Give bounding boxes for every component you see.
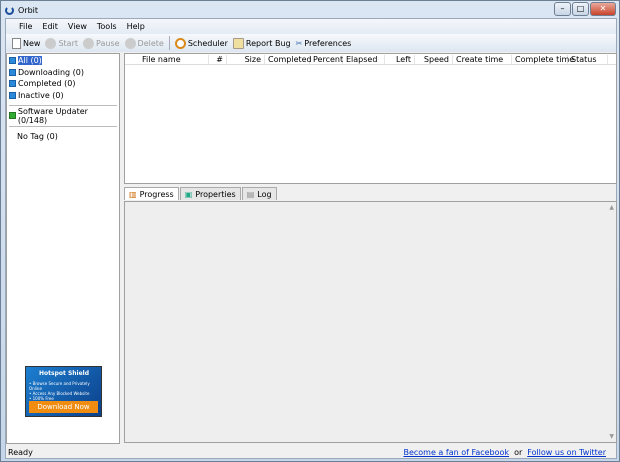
delete-button[interactable]: Delete xyxy=(124,37,164,49)
properties-icon: ▣ xyxy=(184,189,193,199)
column-file-name[interactable]: File name xyxy=(139,54,209,64)
clock-icon xyxy=(174,37,186,49)
report-bug-button[interactable]: Report Bug xyxy=(232,37,291,49)
window-title: Orbit xyxy=(18,5,39,15)
column-speed[interactable]: Speed xyxy=(415,54,453,64)
status-bar: Ready Become a fan of Facebook or Follow… xyxy=(6,445,616,459)
column-create-time[interactable]: Create time xyxy=(453,54,512,64)
category-completed[interactable]: Completed (0) xyxy=(9,78,117,90)
tab-label: Properties xyxy=(195,189,236,199)
status-or: or xyxy=(514,447,523,457)
new-button[interactable]: New xyxy=(12,37,41,49)
delete-icon xyxy=(124,37,136,49)
new-label: New xyxy=(23,38,41,48)
column-size[interactable]: Size xyxy=(227,54,265,64)
status-text: Ready xyxy=(8,447,33,457)
column-percent[interactable]: Percent xyxy=(310,54,343,64)
category-label: Downloading (0) xyxy=(18,67,85,77)
pause-button[interactable]: Pause xyxy=(83,37,120,49)
completed-icon xyxy=(9,80,16,88)
scheduler-button[interactable]: Scheduler xyxy=(174,37,228,49)
tab-log[interactable]: ▤ Log xyxy=(241,187,277,200)
ad-download-button[interactable]: Download Now xyxy=(29,401,98,413)
pause-label: Pause xyxy=(96,38,120,48)
column-left[interactable]: Left xyxy=(385,54,415,64)
twitter-link[interactable]: Follow us on Twitter xyxy=(527,448,606,457)
ad-line: • Browse Secure and Privately Online xyxy=(29,381,90,391)
menu-file[interactable]: File xyxy=(14,22,37,31)
category-label: All (0) xyxy=(18,56,42,66)
client-area: File Edit View Tools Help New Start Paus… xyxy=(5,18,617,459)
scroll-down-icon[interactable]: ▼ xyxy=(609,433,614,440)
preferences-label: Preferences xyxy=(304,38,352,48)
ad-title: Hotspot Shield xyxy=(39,370,90,377)
updater-label: Software Updater (0/148) xyxy=(17,106,88,125)
toolbar: New Start Pause Delete Scheduler Report … xyxy=(6,34,616,52)
detail-tabs: ▥ Progress ▣ Properties ▤ Log xyxy=(124,187,277,200)
category-downloading[interactable]: Downloading (0) xyxy=(9,67,117,79)
list-header: File name # Size Completed Percent Elaps… xyxy=(125,54,616,65)
scheduler-label: Scheduler xyxy=(187,38,228,48)
preferences-button[interactable]: ✂ Preferences xyxy=(296,39,352,48)
report-bug-icon xyxy=(232,37,244,49)
column-complete-time[interactable]: Complete time xyxy=(512,54,574,64)
column-elapsed[interactable]: Elapsed xyxy=(343,54,385,64)
tag-no-tag[interactable]: No Tag (0) xyxy=(9,131,117,143)
category-label: Completed (0) xyxy=(18,79,76,89)
all-icon xyxy=(9,57,16,65)
menu-edit[interactable]: Edit xyxy=(37,22,63,31)
download-list[interactable]: File name # Size Completed Percent Elaps… xyxy=(124,53,617,184)
app-window: Orbit – □ ✕ File Edit View Tools Help Ne… xyxy=(0,0,620,462)
chart-icon: ▥ xyxy=(129,189,137,199)
column-status[interactable]: Status xyxy=(568,54,608,64)
close-button[interactable]: ✕ xyxy=(590,2,616,16)
start-label: Start xyxy=(58,38,78,48)
new-file-icon xyxy=(12,37,21,49)
report-bug-label: Report Bug xyxy=(245,38,291,48)
hotspot-shield-ad[interactable]: Hotspot Shield • Browse Secure and Priva… xyxy=(25,366,102,417)
toolbar-separator xyxy=(168,36,170,50)
progress-pane: ▲ ▼ xyxy=(124,201,617,443)
log-icon: ▤ xyxy=(246,189,255,199)
updater-icon xyxy=(9,112,16,120)
category-sidebar: All (0) Downloading (0) Completed (0) In… xyxy=(6,53,120,444)
menu-tools[interactable]: Tools xyxy=(92,22,122,31)
maximize-button[interactable]: □ xyxy=(572,2,589,16)
tag-label: No Tag (0) xyxy=(17,131,58,141)
category-inactive[interactable]: Inactive (0) xyxy=(9,90,117,102)
column-completed[interactable]: Completed xyxy=(265,54,312,64)
tools-icon: ✂ xyxy=(295,38,303,48)
menu-bar: File Edit View Tools Help xyxy=(6,19,616,34)
inactive-icon xyxy=(9,91,16,99)
menu-help[interactable]: Help xyxy=(122,22,150,31)
software-updater[interactable]: Software Updater (0/148) xyxy=(9,106,117,125)
download-icon xyxy=(9,68,16,76)
start-button[interactable]: Start xyxy=(45,37,78,49)
tab-properties[interactable]: ▣ Properties xyxy=(179,187,241,200)
category-all[interactable]: All (0) xyxy=(9,55,117,67)
facebook-link[interactable]: Become a fan of Facebook xyxy=(403,448,509,457)
scroll-up-icon[interactable]: ▲ xyxy=(609,204,614,211)
pause-icon xyxy=(83,37,94,49)
column-number[interactable]: # xyxy=(209,54,227,64)
play-icon xyxy=(45,37,57,49)
divider xyxy=(9,125,117,127)
category-label: Inactive (0) xyxy=(18,90,64,100)
minimize-button[interactable]: – xyxy=(554,2,571,16)
tab-progress[interactable]: ▥ Progress xyxy=(124,187,179,200)
delete-label: Delete xyxy=(137,38,164,48)
tab-label: Log xyxy=(257,189,272,199)
orbit-logo-icon xyxy=(5,5,14,15)
title-bar: Orbit xyxy=(5,3,38,17)
tab-label: Progress xyxy=(139,189,174,199)
menu-view[interactable]: View xyxy=(63,22,92,31)
